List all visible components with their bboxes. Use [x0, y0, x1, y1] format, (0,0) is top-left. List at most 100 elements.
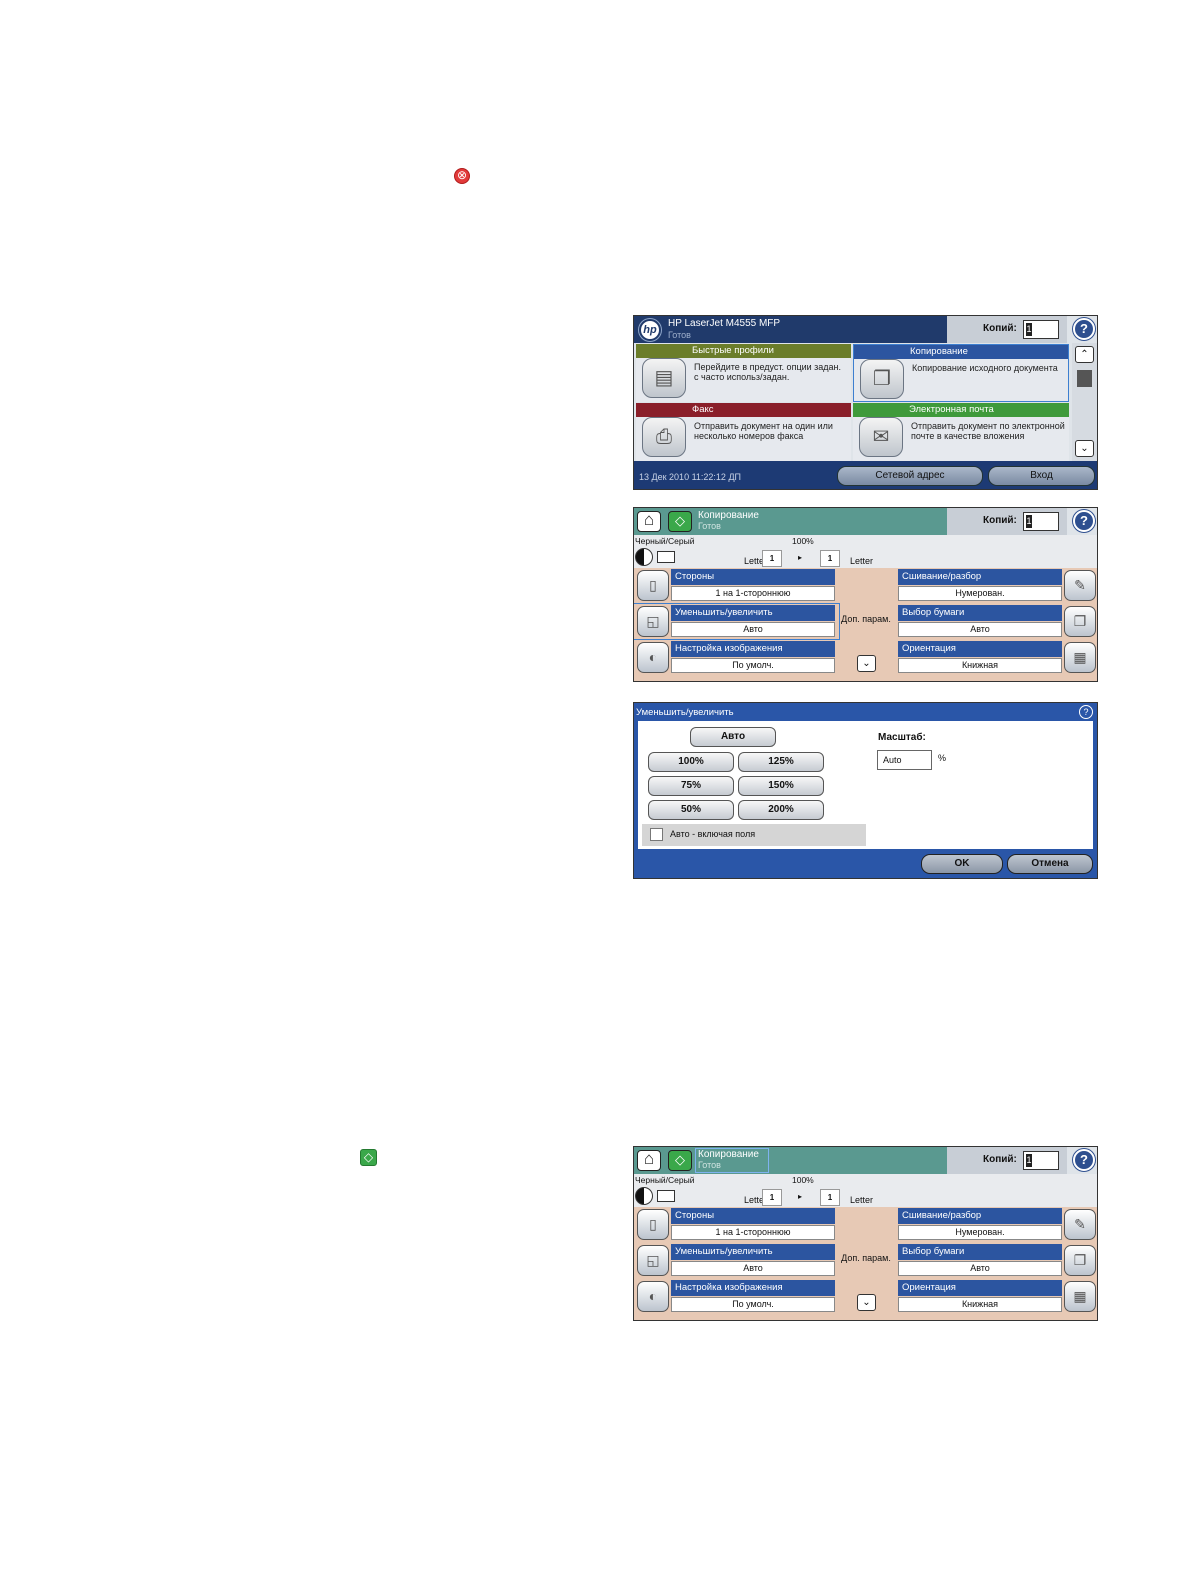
scroll-down-icon[interactable]: ⌄ — [857, 655, 876, 672]
paper-icon[interactable] — [1064, 606, 1096, 637]
copies-input[interactable]: 1 — [1023, 512, 1059, 531]
copy-status: Готов — [698, 521, 721, 531]
tile-copy-desc: Копирование исходного документа — [912, 363, 1058, 373]
dialog-panel: Авто 100% 125% 75% 150% 50% 200% Масштаб… — [638, 721, 1093, 849]
staple-icon[interactable] — [1064, 1209, 1096, 1240]
reduce-enlarge-icon[interactable] — [637, 606, 669, 637]
copies-area: Копий: 1 — [947, 508, 1067, 535]
scroll-down-icon[interactable]: ⌄ — [857, 1294, 876, 1311]
orientation-icon[interactable] — [1064, 642, 1096, 673]
auto-margins-row[interactable]: Авто - включая поля — [642, 824, 866, 846]
option-value: Нумерован. — [898, 1225, 1062, 1240]
image-adjust-icon[interactable] — [637, 642, 669, 673]
help-icon[interactable]: ? — [1079, 705, 1093, 719]
option-label: Стороны — [671, 1208, 835, 1224]
help-icon[interactable]: ? — [1073, 510, 1095, 532]
auto-margins-checkbox[interactable] — [650, 828, 663, 841]
copy-header: Копирование Готов — [634, 508, 947, 535]
copies-label: Копий: — [983, 1154, 1017, 1165]
preset-75-button[interactable]: 75% — [648, 776, 734, 796]
copies-input[interactable]: 1 — [1023, 320, 1059, 339]
option-image-adjust[interactable]: Настройка изображения По умолч. — [634, 640, 839, 675]
help-icon[interactable]: ? — [1073, 1149, 1095, 1171]
tile-copy-title: Копирование — [854, 345, 1068, 359]
copy-title: Копирование — [698, 510, 759, 521]
home-header: hp HP LaserJet M4555 MFP Готов — [634, 316, 947, 343]
zoom-level: 100% — [792, 1175, 814, 1185]
page-icon — [657, 1190, 675, 1202]
copies-value: 1 — [1026, 1154, 1032, 1167]
option-value: Авто — [671, 622, 835, 637]
scroll-up-icon[interactable]: ⌃ — [1075, 346, 1094, 363]
preset-125-button[interactable]: 125% — [738, 752, 824, 772]
device-name: HP LaserJet M4555 MFP — [668, 318, 781, 329]
start-icon — [360, 1149, 377, 1166]
tile-email-desc: Отправить документ по электронной почте … — [911, 421, 1065, 441]
option-image-adjust[interactable]: Настройка изображения По умолч. — [634, 1279, 839, 1314]
copy-summary: Черный/Серый Letter 1 100% ▸ 1 Letter — [634, 1174, 1097, 1207]
option-sides[interactable]: Стороны 1 на 1-стороннюю — [634, 568, 839, 603]
paper-icon[interactable] — [1064, 1245, 1096, 1276]
cancel-button[interactable]: Отмена — [1007, 854, 1093, 874]
tile-fax[interactable]: Факс Отправить документ на один или неск… — [636, 403, 851, 461]
percent-sign: % — [938, 753, 947, 763]
more-options-label[interactable]: Доп. парам. — [841, 1253, 891, 1263]
option-orientation[interactable]: Ориентация Книжная — [897, 1279, 1097, 1314]
staple-icon[interactable] — [1064, 570, 1096, 601]
start-button[interactable] — [668, 511, 692, 532]
preset-200-button[interactable]: 200% — [738, 800, 824, 820]
quick-sets-icon — [642, 358, 686, 398]
help-icon[interactable]: ? — [1073, 318, 1095, 340]
reduce-enlarge-icon[interactable] — [637, 1245, 669, 1276]
option-label: Ориентация — [898, 641, 1062, 657]
copies-value: 1 — [1026, 323, 1032, 336]
black-white-icon — [635, 1187, 653, 1205]
preset-100-button[interactable]: 100% — [648, 752, 734, 772]
scale-label: Масштаб: — [878, 732, 926, 743]
option-value: Книжная — [898, 658, 1062, 673]
home-scrollbar[interactable]: ⌃ ⌄ — [1072, 343, 1097, 461]
option-paper-select[interactable]: Выбор бумаги Авто — [897, 604, 1097, 639]
copies-input[interactable]: 1 — [1023, 1151, 1059, 1170]
option-paper-select[interactable]: Выбор бумаги Авто — [897, 1243, 1097, 1278]
tile-quick-sets[interactable]: Быстрые профили Перейдите в предуст. опц… — [636, 344, 851, 402]
orientation-icon[interactable] — [1064, 1281, 1096, 1312]
tile-email[interactable]: Электронная почта Отправить документ по … — [853, 403, 1069, 461]
option-reduce-enlarge[interactable]: Уменьшить/увеличить Авто — [634, 603, 840, 640]
tile-quick-sets-title: Быстрые профили — [636, 344, 851, 358]
copy-title: Копирование — [698, 1149, 759, 1160]
option-staple-collate[interactable]: Сшивание/разбор Нумерован. — [897, 568, 1097, 603]
stop-icon — [454, 168, 470, 184]
login-button[interactable]: Вход — [988, 466, 1095, 486]
sides-icon[interactable] — [637, 570, 669, 601]
scroll-thumb[interactable] — [1077, 370, 1092, 387]
option-orientation[interactable]: Ориентация Книжная — [897, 640, 1097, 675]
option-reduce-enlarge[interactable]: Уменьшить/увеличить Авто — [634, 1243, 839, 1278]
tile-copy[interactable]: Копирование Копирование исходного докуме… — [853, 344, 1069, 402]
option-value: 1 на 1-стороннюю — [671, 586, 835, 601]
start-button[interactable] — [668, 1150, 692, 1171]
more-options-label[interactable]: Доп. парам. — [841, 614, 891, 624]
home-icon[interactable] — [637, 1149, 661, 1171]
ok-button[interactable]: OK — [921, 854, 1003, 874]
scroll-down-icon[interactable]: ⌄ — [1075, 440, 1094, 457]
preset-150-button[interactable]: 150% — [738, 776, 824, 796]
copies-value: 1 — [1026, 515, 1032, 528]
option-staple-collate[interactable]: Сшивание/разбор Нумерован. — [897, 1207, 1097, 1242]
output-size: Letter — [850, 556, 874, 566]
auto-button[interactable]: Авто — [690, 727, 776, 747]
tile-fax-title: Факс — [636, 403, 851, 417]
network-address-button[interactable]: Сетевой адрес — [837, 466, 983, 486]
scale-input[interactable]: Auto — [877, 750, 932, 770]
output-count: 1 — [820, 1189, 840, 1206]
device-status: Готов — [668, 330, 691, 340]
option-label: Уменьшить/увеличить — [671, 1244, 835, 1260]
color-mode: Черный/Серый — [635, 1175, 695, 1185]
tile-fax-desc: Отправить документ на один или несколько… — [694, 421, 833, 441]
image-adjust-icon[interactable] — [637, 1281, 669, 1312]
option-sides[interactable]: Стороны 1 на 1-стороннюю — [634, 1207, 839, 1242]
dialog-title: Уменьшить/увеличить — [636, 707, 734, 718]
preset-50-button[interactable]: 50% — [648, 800, 734, 820]
home-icon[interactable] — [637, 510, 661, 532]
sides-icon[interactable] — [637, 1209, 669, 1240]
